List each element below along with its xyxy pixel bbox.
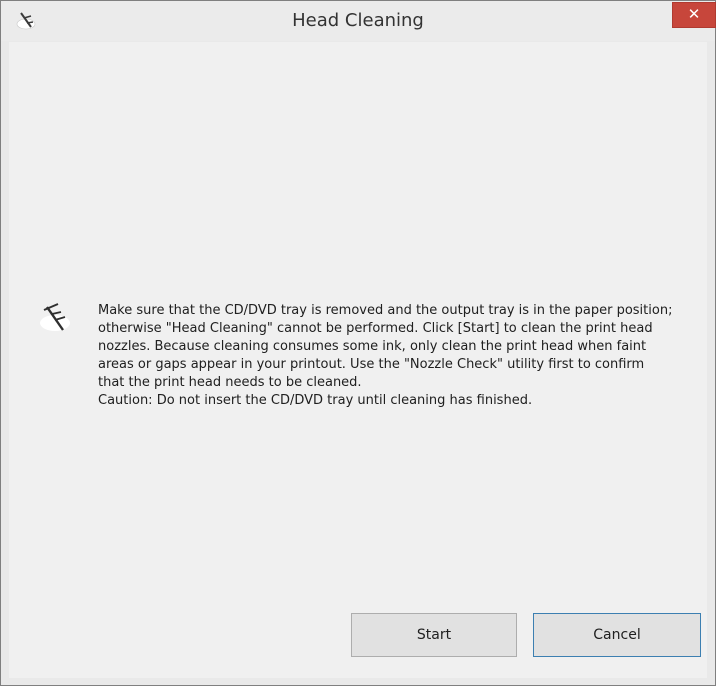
start-button[interactable]: Start — [351, 613, 517, 657]
dialog-body: Make sure that the CD/DVD tray is remove… — [9, 42, 707, 678]
caution-text: Caution: Do not insert the CD/DVD tray u… — [98, 393, 533, 408]
instruction-message: Make sure that the CD/DVD tray is remove… — [98, 302, 673, 410]
head-cleaning-dialog: Head Cleaning ✕ Make sure that the CD/DV… — [0, 0, 716, 686]
print-head-icon — [40, 303, 70, 331]
cancel-button[interactable]: Cancel — [533, 613, 701, 657]
title-bar[interactable]: Head Cleaning ✕ — [1, 1, 716, 41]
instruction-text: Make sure that the CD/DVD tray is remove… — [98, 303, 673, 390]
close-icon: ✕ — [687, 5, 701, 23]
window-title: Head Cleaning — [292, 10, 424, 31]
close-button[interactable]: ✕ — [672, 2, 716, 28]
